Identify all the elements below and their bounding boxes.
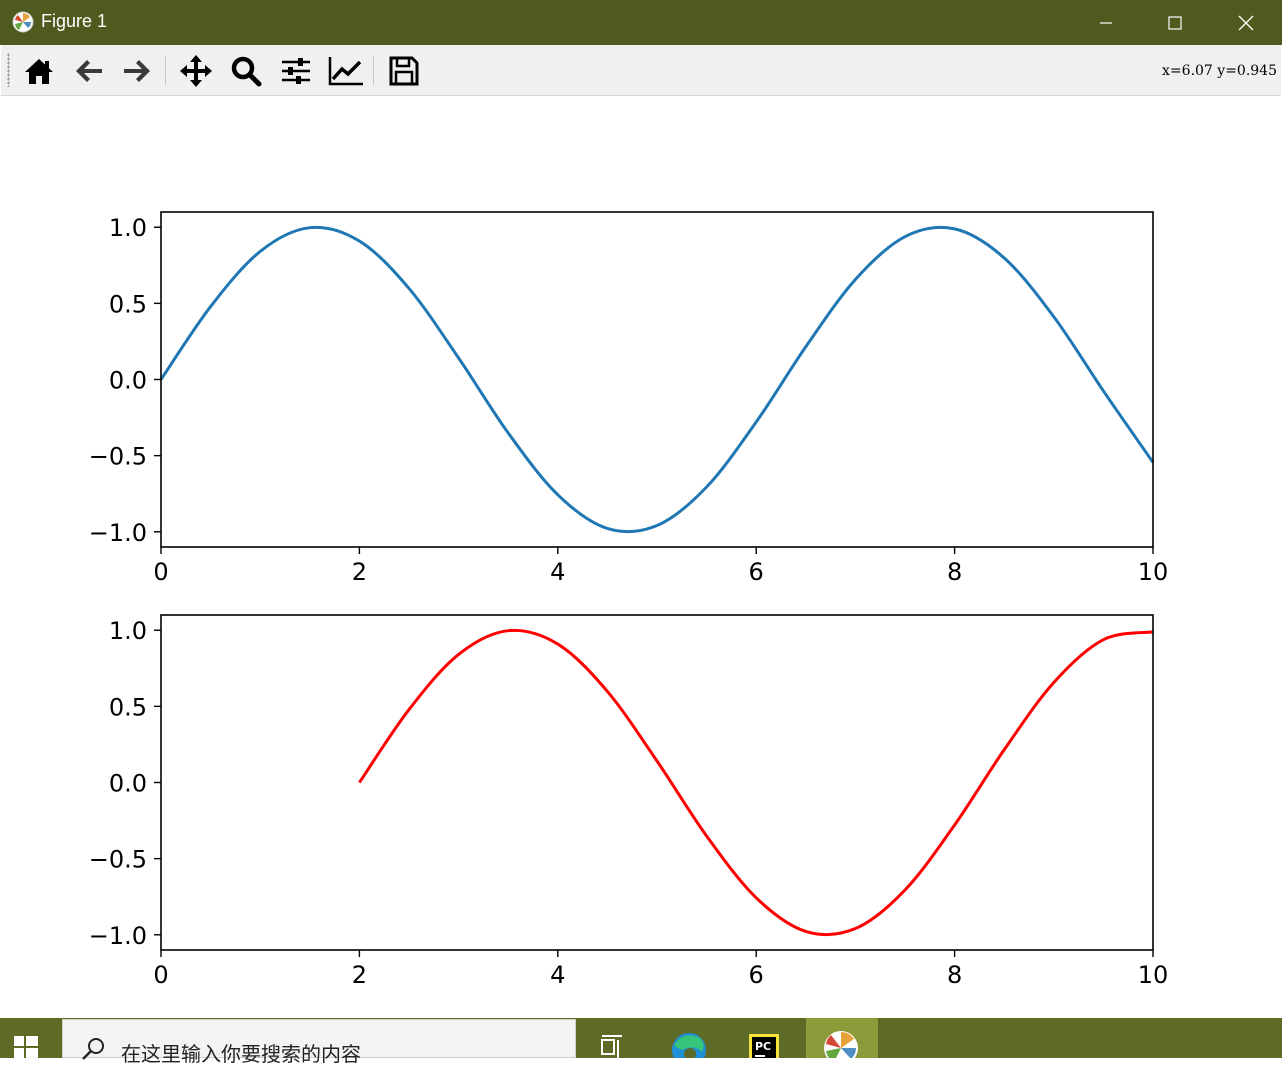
- chart-1-xtick-label: 4: [550, 558, 565, 586]
- chart-2-xtick-label: 2: [352, 961, 367, 989]
- floppy-icon: [389, 56, 419, 86]
- pan-button[interactable]: [176, 51, 216, 91]
- navigation-toolbar: x=6.07 y=0.945: [1, 45, 1281, 96]
- window-titlebar: Figure 1: [0, 0, 1282, 45]
- chart-2-axes-frame: [160, 614, 1154, 951]
- move-icon: [180, 55, 212, 87]
- arrow-right-icon: [124, 60, 150, 82]
- chart-2-xtick-label: 4: [550, 961, 565, 989]
- home-icon: [25, 59, 53, 84]
- chart-1-xtick-label: 2: [352, 558, 367, 586]
- chart-1-xtick-label: 6: [749, 558, 764, 586]
- sliders-icon: [282, 58, 310, 84]
- maximize-icon: [1168, 15, 1182, 30]
- chart-1-ytick-label: 0.5: [109, 290, 147, 318]
- search-placeholder: 在这里输入你要搜索的内容: [121, 1042, 361, 1066]
- search-icon: [82, 1038, 104, 1060]
- arrow-left-icon: [76, 60, 102, 82]
- minimize-button[interactable]: [1072, 0, 1140, 45]
- minimize-icon: [1100, 21, 1112, 24]
- home-button[interactable]: [19, 51, 59, 91]
- save-button[interactable]: [384, 51, 424, 91]
- cursor-coordinates: x=6.07 y=0.945: [1162, 63, 1277, 79]
- chart-1-xtick-label: 0: [153, 558, 168, 586]
- start-button[interactable]: [0, 1018, 60, 1058]
- line-chart-icon: [328, 57, 363, 86]
- forward-button[interactable]: [117, 51, 157, 91]
- figure-canvas[interactable]: 0 2 4 6 8 10 1.0 0.5 0.0 −0.5 −1.0 0 2 4 6 8 10 1.0 0.5 0.0…: [1, 96, 1281, 1018]
- chart-1-ytick-label: −1.0: [89, 519, 147, 547]
- magnifier-icon: [231, 56, 262, 87]
- edge-taskbar-button[interactable]: [658, 1018, 720, 1067]
- chart-1-xtick-label: 10: [1138, 558, 1169, 586]
- subplots-button[interactable]: [276, 51, 316, 91]
- taskbar-search-box[interactable]: 在这里输入你要搜索的内容: [62, 1019, 576, 1066]
- chart-1-ytick-label: −0.5: [89, 443, 147, 471]
- task-view-icon: [601, 1035, 622, 1058]
- toolbar-separator: [373, 55, 374, 85]
- zoom-button[interactable]: [226, 51, 266, 91]
- chart-2-xtick-label: 10: [1138, 961, 1169, 989]
- chart-2-ytick-label: 0.0: [109, 770, 147, 798]
- windows-icon: [14, 1036, 38, 1058]
- chart-2-xtick-label: 8: [947, 961, 962, 989]
- chart-1-axes-frame: [160, 211, 1154, 548]
- pycharm-taskbar-button[interactable]: PC: [734, 1018, 796, 1062]
- window-title: Figure 1: [41, 11, 108, 31]
- taskbar: 在这里输入你要搜索的内容 PC: [0, 1018, 1282, 1067]
- chart-1-ytick-label: 0.0: [109, 367, 147, 395]
- chart-2-ytick-label: 1.0: [109, 617, 147, 645]
- figure-svg: 0 2 4 6 8 101.00.50.0−0.5−1.00 2 4 6 8 101.00.50.0…: [89, 211, 1169, 989]
- edge-icon: [672, 1033, 706, 1067]
- matplotlib-icon: [12, 11, 34, 33]
- customize-button[interactable]: [326, 51, 366, 91]
- maximize-button[interactable]: [1141, 0, 1209, 45]
- svg-text:PC: PC: [755, 1040, 771, 1053]
- chart-2-ytick-label: 0.5: [109, 693, 147, 721]
- chart-1-ytick-label: 1.0: [109, 214, 147, 242]
- matplotlib-taskbar-button[interactable]: [806, 1018, 878, 1065]
- chart-2-ytick-label: −1.0: [89, 922, 147, 950]
- chart-1-xtick-label: 8: [947, 558, 962, 586]
- toolbar-separator: [165, 55, 166, 85]
- close-button[interactable]: [1212, 0, 1280, 45]
- chart-2-xtick-label: 6: [749, 961, 764, 989]
- toolbar-grip[interactable]: [7, 53, 10, 87]
- close-icon: [1238, 15, 1254, 30]
- chart-2-xtick-label: 0: [153, 961, 168, 989]
- pycharm-icon: PC: [749, 1034, 779, 1062]
- back-button[interactable]: [69, 51, 109, 91]
- chart-2-series-line: [358, 628, 1154, 937]
- chart-1-series-line: [159, 225, 1155, 534]
- chart-2-ytick-label: −0.5: [89, 846, 147, 874]
- matplotlib-icon: [824, 1031, 858, 1065]
- task-view-button[interactable]: [584, 1018, 646, 1058]
